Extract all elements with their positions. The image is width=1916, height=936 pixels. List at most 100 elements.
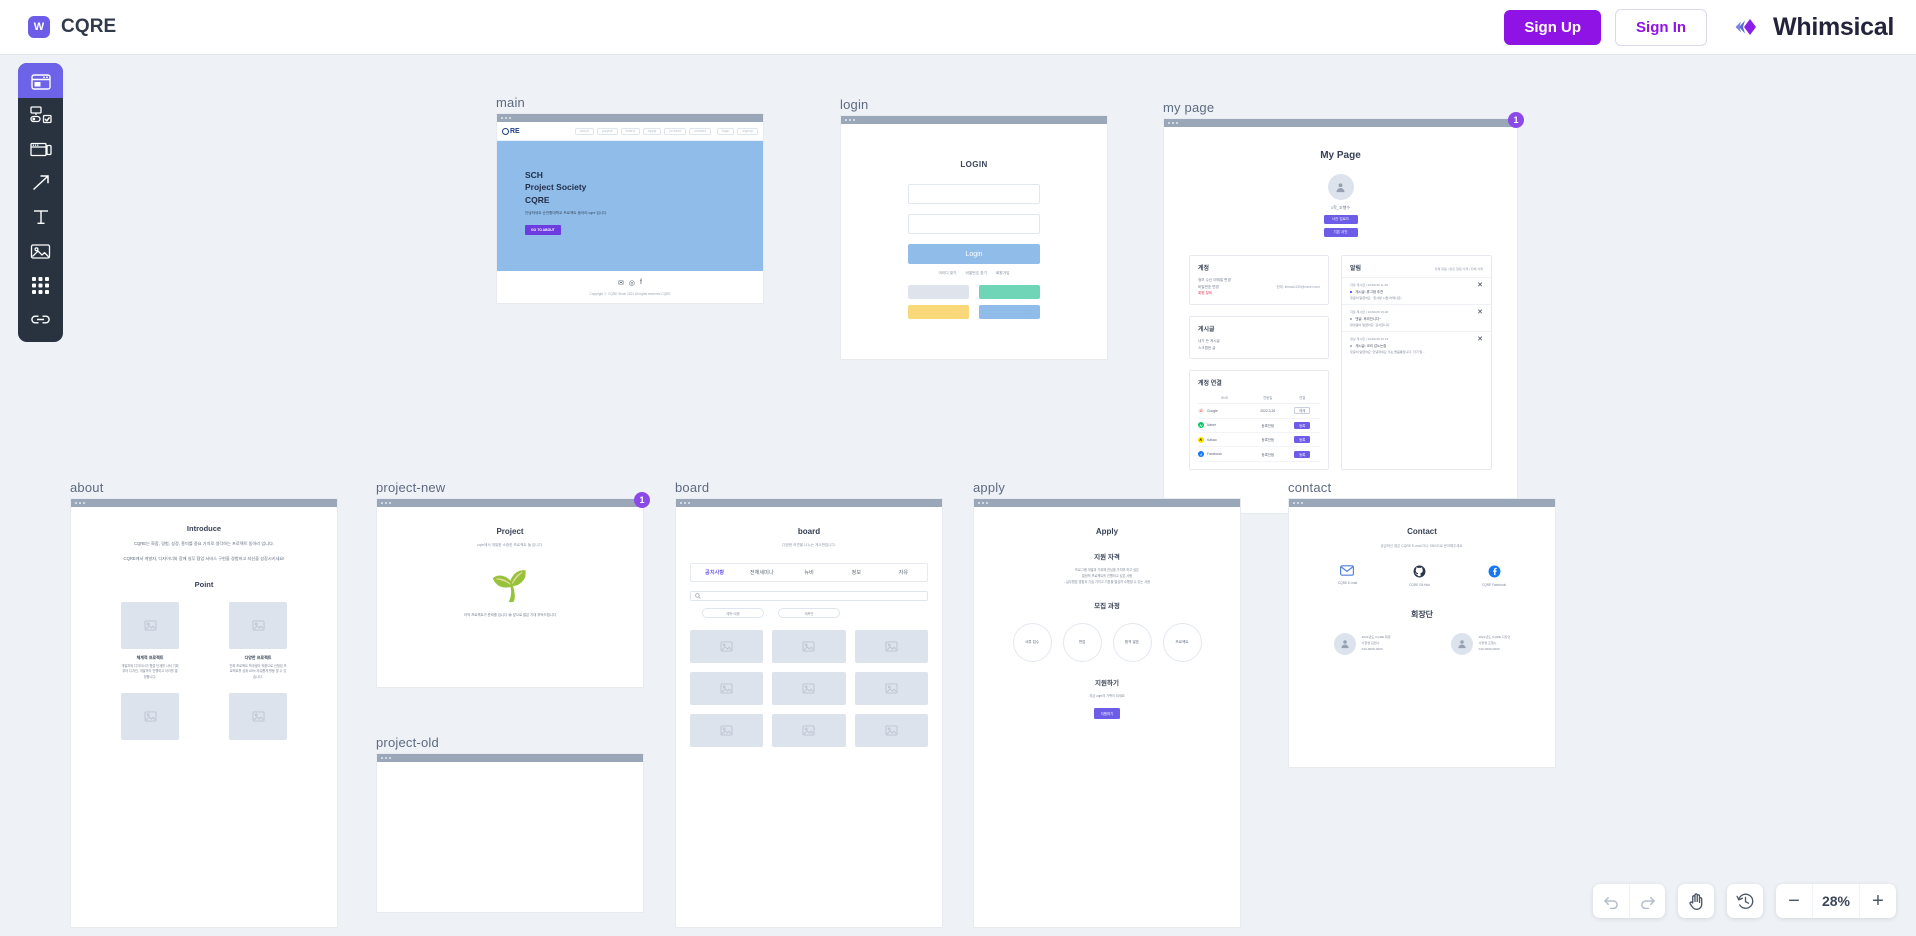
login-password-input[interactable] <box>908 214 1040 234</box>
tab-info[interactable]: 정보 <box>833 564 880 581</box>
text-tool[interactable] <box>18 200 63 234</box>
post-thumbnail[interactable] <box>854 672 928 705</box>
default-photo-button[interactable]: 기본 사진 <box>1323 228 1358 237</box>
frame-label-main[interactable]: main <box>496 95 764 110</box>
alarm-actions[interactable]: 전체 읽음 | 읽은 알림 삭제 | 전체 삭제 <box>1435 266 1483 271</box>
document-title[interactable]: CQRE <box>61 16 116 38</box>
form-controls-tool[interactable] <box>18 98 63 132</box>
version-history-button[interactable] <box>1727 884 1763 918</box>
go-to-about-button[interactable]: GO TO ABOUT <box>525 224 561 235</box>
find-password-link[interactable]: 비밀번호 찾기 <box>966 271 987 276</box>
whiteboard-canvas[interactable]: main RE about project board apply produc… <box>0 55 1916 936</box>
login-id-input[interactable] <box>908 184 1040 204</box>
frame-body-contact[interactable]: Contact 궁금하신 점은 CQRE E-mail 이나 SNS으로 문의해… <box>1288 498 1556 768</box>
grid-tool[interactable] <box>18 268 63 302</box>
naver-login-button[interactable] <box>979 285 1040 299</box>
post-thumbnail[interactable] <box>690 672 764 705</box>
frame-label-contact[interactable]: contact <box>1288 480 1556 495</box>
zoom-level[interactable]: 28% <box>1812 884 1860 918</box>
nav-project[interactable]: project <box>596 127 618 135</box>
link-tool[interactable] <box>18 302 63 336</box>
post-thumbnail[interactable] <box>772 630 846 663</box>
frame-body-about[interactable]: Introduce CQRE는 화합, 경험, 성장, 흥미를 중요 가치로 생… <box>70 498 338 928</box>
tab-newbie[interactable]: 뉴비 <box>785 564 832 581</box>
alarm-item[interactable]: 자유 게시판 | 22/03/29 15:20 댓글: 후라인니다~ 대댓글이 … <box>1342 304 1491 331</box>
email-icon[interactable]: ✉ <box>618 279 624 287</box>
facebook-login-button[interactable] <box>979 305 1040 319</box>
signup-link[interactable]: 회원가입 <box>996 271 1010 276</box>
post-thumbnail[interactable] <box>690 630 764 663</box>
sign-in-button[interactable]: Sign In <box>1615 8 1708 46</box>
posts-card[interactable]: 게시글 내가 쓴 게시글 스크랩한 글 <box>1189 315 1329 360</box>
chip-title-only[interactable]: 제목만 <box>778 608 840 618</box>
nav-about[interactable]: about <box>574 127 594 135</box>
frame-apply[interactable]: apply Apply 지원 자격 프로그램 개발과 기획에 관심을 가지며 하… <box>973 480 1241 928</box>
close-icon[interactable]: ✕ <box>1477 309 1483 316</box>
account-withdraw[interactable]: 회원 탈퇴 <box>1198 290 1231 297</box>
frame-project-new[interactable]: project-new 1 Project cqre에서 개발한 소중한 프로젝… <box>376 480 650 688</box>
facebook-icon[interactable]: f <box>640 279 642 287</box>
nav-product[interactable]: product <box>664 127 687 135</box>
frame-my-page[interactable]: my page 1 My Page 1학_조행수 사진 업로드 기본 사진 계정 <box>1163 100 1524 514</box>
sns-link-button[interactable]: 등록 <box>1294 421 1311 429</box>
sns-unlink-button[interactable]: 해제 <box>1294 407 1311 415</box>
nav-contact[interactable]: contact <box>689 127 711 135</box>
comment-badge[interactable]: 1 <box>1508 112 1524 128</box>
hand-tool-button[interactable] <box>1678 884 1714 918</box>
contact-github[interactable]: CQRE Git Hub <box>1409 565 1430 587</box>
account-password-change[interactable]: 비밀번호 변경 <box>1198 284 1231 291</box>
nav-board[interactable]: board <box>620 127 640 135</box>
upload-photo-button[interactable]: 사진 업로드 <box>1323 215 1358 224</box>
post-thumbnail[interactable] <box>772 714 846 747</box>
frame-contact[interactable]: contact Contact 궁금하신 점은 CQRE E-mail 이나 S… <box>1288 480 1556 768</box>
account-link-card[interactable]: 계정 연결 SNS 연동일 연결 G Google 2022.3.26 해제 N… <box>1189 370 1329 470</box>
google-login-button[interactable] <box>908 285 969 299</box>
zoom-in-button[interactable]: + <box>1860 884 1896 918</box>
close-icon[interactable]: ✕ <box>1477 282 1483 289</box>
frame-board[interactable]: board board 다양한 의견을 나누는 게시판입니다. 공지사항 전체세… <box>675 480 943 928</box>
image-tool[interactable] <box>18 234 63 268</box>
undo-button[interactable] <box>1593 884 1629 918</box>
contact-facebook[interactable]: CQRE Facebook <box>1482 565 1506 587</box>
apply-button[interactable]: 지원하기 <box>1093 708 1121 720</box>
account-card[interactable]: 계정 정보 수신 이메일 변경 비밀번호 변경 회원 탈퇴 현재: khsss0… <box>1189 255 1329 305</box>
frame-about[interactable]: about Introduce CQRE는 화합, 경험, 성장, 흥미를 중요… <box>70 480 338 928</box>
post-thumbnail[interactable] <box>854 630 928 663</box>
post-thumbnail[interactable] <box>690 714 764 747</box>
frame-project-old[interactable]: project-old <box>376 735 644 913</box>
redo-button[interactable] <box>1629 884 1665 918</box>
frame-label-my-page[interactable]: my page <box>1163 100 1518 115</box>
frame-label-project-new[interactable]: project-new <box>376 480 644 495</box>
board-search-input[interactable] <box>690 591 928 601</box>
find-id-link[interactable]: 아이디 찾기 <box>939 271 957 276</box>
frame-label-project-old[interactable]: project-old <box>376 735 644 750</box>
tab-notice[interactable]: 공지사항 <box>691 564 738 581</box>
instagram-icon[interactable]: ◎ <box>629 279 635 287</box>
whimsical-logo[interactable]: Whimsical <box>1735 13 1894 42</box>
user-avatar[interactable] <box>1327 174 1354 200</box>
alarm-item[interactable]: 자유 게시판 | 22/03/30 11:30 게시글: 휴그잠 추천 댓글이 … <box>1342 277 1491 304</box>
tab-free[interactable]: 자유 <box>880 564 927 581</box>
alarm-item[interactable]: 정보 게시판 | 22/03/28 10:19 게시글: 코리 갑노는집 댓글이… <box>1342 331 1491 358</box>
window-tool[interactable] <box>18 132 63 166</box>
alarm-panel[interactable]: 알림 전체 읽음 | 읽은 알림 삭제 | 전체 삭제 자유 게시판 | 22/… <box>1341 255 1492 470</box>
login-submit-button[interactable]: Login <box>908 244 1040 264</box>
zoom-out-button[interactable]: − <box>1776 884 1812 918</box>
scrapped-posts-link[interactable]: 스크랩한 글 <box>1198 345 1320 352</box>
brand[interactable]: W CQRE <box>28 16 116 38</box>
nav-signup[interactable]: signup <box>737 127 758 135</box>
nav-login[interactable]: login <box>716 127 735 135</box>
frame-body-board[interactable]: board 다양한 의견을 나누는 게시판입니다. 공지사항 전체세미나 뉴비 … <box>675 498 943 928</box>
wireframe-tool[interactable] <box>18 63 63 98</box>
frame-body-project-old[interactable] <box>376 753 644 913</box>
arrow-tool[interactable] <box>18 166 63 200</box>
frame-login[interactable]: login LOGIN Login 아이디 찾기 비밀번호 찾기 회원가입 <box>840 97 1108 360</box>
sns-link-button[interactable]: 등록 <box>1294 450 1311 458</box>
tab-seminar[interactable]: 전체세미나 <box>738 564 785 581</box>
frame-body-apply[interactable]: Apply 지원 자격 프로그램 개발과 기획에 관심을 가지며 하고 싶은 열… <box>973 498 1241 928</box>
frame-main[interactable]: main RE about project board apply produc… <box>496 95 764 304</box>
contact-email[interactable]: CQRE E-mail <box>1338 565 1357 587</box>
sign-up-button[interactable]: Sign Up <box>1504 9 1602 45</box>
kakao-login-button[interactable] <box>908 305 969 319</box>
site-logo[interactable]: RE <box>502 127 520 135</box>
